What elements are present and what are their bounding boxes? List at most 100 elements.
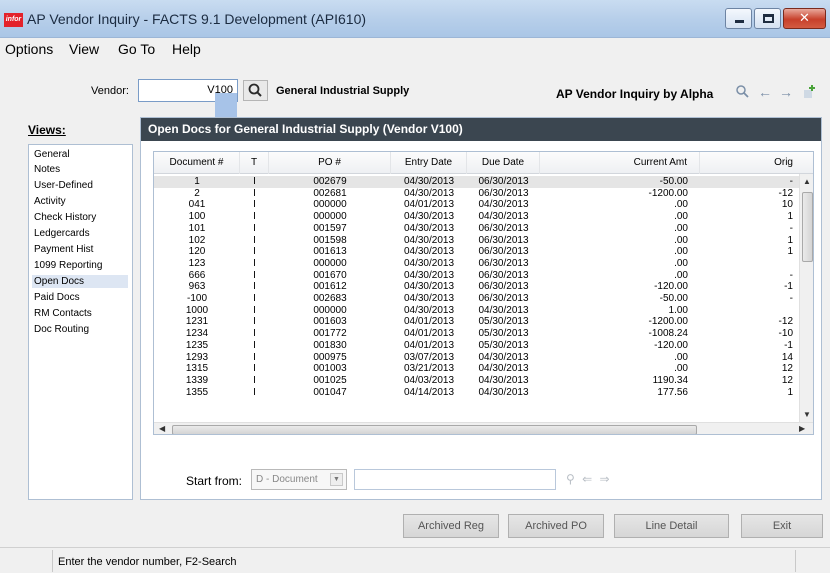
table-row[interactable]: 1315 I 001003 03/21/2013 04/30/2013 .00 12 (154, 363, 799, 375)
table-row[interactable]: 102 I 001598 04/30/2013 06/30/2013 .00 1 (154, 235, 799, 247)
col-po[interactable]: PO # (269, 152, 391, 174)
table-row[interactable]: 101 I 001597 04/30/2013 06/30/2013 .00 - (154, 223, 799, 235)
views-list: General Notes User-Defined Activity Chec… (28, 144, 133, 500)
start-from-input[interactable] (354, 469, 556, 490)
col-document[interactable]: Document # (154, 152, 240, 174)
find-icon[interactable]: ⚲ (566, 472, 577, 486)
view-item-paid-docs[interactable]: Paid Docs (34, 291, 80, 304)
view-item-check-history[interactable]: Check History (34, 211, 96, 224)
close-button[interactable]: ✕ (783, 8, 826, 29)
vertical-scrollbar[interactable]: ▲ ▼ (799, 174, 813, 422)
view-item-doc-routing[interactable]: Doc Routing (34, 323, 89, 336)
col-due-date[interactable]: Due Date (467, 152, 540, 174)
view-item-rm-contacts[interactable]: RM Contacts (34, 307, 92, 320)
table-row[interactable]: 666 I 001670 04/30/2013 06/30/2013 .00 - (154, 270, 799, 282)
vertical-scroll-thumb[interactable] (802, 192, 813, 262)
start-from-tools: ⚲ ⇐ ⇒ (566, 472, 612, 486)
maximize-button[interactable] (754, 8, 781, 29)
view-item-payment-hist[interactable]: Payment Hist (34, 243, 93, 256)
table-row[interactable]: 123 I 000000 04/30/2013 06/30/2013 .00 (154, 258, 799, 270)
start-from-select[interactable]: D - Document ▼ (251, 469, 347, 490)
grid-body: 1 I 002679 04/30/2013 06/30/2013 -50.00-2 I 002… (154, 174, 799, 422)
table-row[interactable]: 1000 I 000000 04/30/2013 04/30/2013 1.00 (154, 305, 799, 317)
table-row[interactable]: -100 I 002683 04/30/2013 06/30/2013 -50.00 - (154, 293, 799, 305)
view-item-ledgercards[interactable]: Ledgercards (34, 227, 90, 240)
view-item-notes[interactable]: Notes (34, 163, 60, 176)
table-row[interactable]: 1293 I 000975 03/07/2013 04/30/2013 .00 14 (154, 352, 799, 364)
table-row[interactable]: 120 I 001613 04/30/2013 06/30/2013 .00 1 (154, 246, 799, 258)
view-item-user-defined[interactable]: User-Defined (34, 179, 93, 192)
cell-document: 666 (188, 269, 206, 281)
archived-po-button[interactable]: Archived PO (508, 514, 604, 538)
cell-po: 000000 (313, 211, 347, 223)
table-row[interactable]: 1234 I 001772 04/01/2013 05/30/2013 -1008.24 -… (154, 328, 799, 340)
menu-help[interactable]: Help (172, 41, 201, 57)
cell-type: I (253, 293, 256, 304)
cell-orig: - (789, 222, 793, 234)
menu-go-to[interactable]: Go To (118, 41, 155, 57)
cell-type: I (253, 187, 256, 199)
table-row[interactable]: 1355 I 001047 04/14/2013 04/30/2013 177.56 1 (154, 387, 799, 399)
cell-current-amt: -120.00 (654, 339, 688, 351)
horizontal-scroll-thumb[interactable] (172, 425, 697, 434)
cell-type: I (253, 176, 256, 187)
cell-orig: -1 (784, 281, 793, 293)
cell-due-date: 06/30/2013 (478, 234, 529, 246)
col-type[interactable]: T (240, 152, 269, 174)
table-row[interactable]: 100 I 000000 04/30/2013 04/30/2013 .00 1 (154, 211, 799, 223)
cell-type: I (253, 328, 256, 340)
cell-due-date: 06/30/2013 (478, 222, 529, 234)
cell-type: I (253, 304, 256, 316)
minimize-button[interactable] (725, 8, 752, 29)
col-orig[interactable]: Orig (700, 152, 799, 174)
cell-po: 001772 (313, 328, 347, 340)
menu-options[interactable]: Options (5, 41, 53, 57)
back-arrow-icon[interactable]: ← (758, 84, 772, 100)
table-row[interactable]: 1235 I 001830 04/01/2013 05/30/2013 -120.00 -1 (154, 340, 799, 352)
vendor-search-button[interactable] (243, 80, 268, 101)
forward-arrow-icon[interactable]: → (779, 84, 793, 100)
horizontal-scrollbar[interactable]: ◀ ▶ (154, 422, 813, 434)
cell-due-date: 06/30/2013 (478, 246, 529, 258)
table-row[interactable]: 041 I 000000 04/01/2013 04/30/2013 .00 10 (154, 199, 799, 211)
col-current-amt[interactable]: Current Amt (540, 152, 700, 174)
open-docs-grid: Document # T PO # Entry Date Due Date Cu… (153, 151, 814, 435)
view-item-activity[interactable]: Activity (34, 195, 66, 208)
scroll-left-icon[interactable]: ◀ (159, 424, 165, 433)
cell-document: 102 (188, 234, 206, 246)
find-forward-icon[interactable]: ⇒ (600, 472, 612, 486)
view-item-general[interactable]: General (34, 148, 70, 161)
zoom-icon[interactable] (735, 84, 749, 101)
col-entry-date[interactable]: Entry Date (391, 152, 467, 174)
cell-current-amt: -50.00 (659, 293, 688, 304)
table-row[interactable]: 1339 I 001025 04/03/2013 04/30/2013 1190.34 12 (154, 375, 799, 387)
table-row[interactable]: 1231 I 001603 04/01/2013 05/30/2013 -1200.00 -… (154, 316, 799, 328)
window-title: AP Vendor Inquiry - FACTS 9.1 Developmen… (27, 11, 367, 27)
add-icon[interactable] (801, 84, 817, 103)
table-row[interactable]: 963 I 001612 04/30/2013 06/30/2013 -120.00 -1 (154, 281, 799, 293)
cell-current-amt: -1200.00 (648, 187, 688, 199)
cell-orig: - (789, 269, 793, 281)
archived-reg-button[interactable]: Archived Reg (403, 514, 499, 538)
cell-document: 1000 (185, 304, 209, 316)
scroll-down-icon[interactable]: ▼ (803, 410, 811, 419)
find-back-icon[interactable]: ⇐ (582, 472, 594, 486)
line-detail-button[interactable]: Line Detail (614, 514, 729, 538)
table-row[interactable]: 1 I 002679 04/30/2013 06/30/2013 -50.00 - (154, 176, 799, 188)
chevron-down-icon[interactable]: ▼ (330, 473, 343, 486)
cell-document: 1355 (185, 386, 209, 398)
cell-due-date: 05/30/2013 (478, 328, 529, 340)
exit-button[interactable]: Exit (741, 514, 823, 538)
cell-orig: 1 (787, 386, 793, 398)
vendor-name: General Industrial Supply (276, 85, 410, 97)
cell-po: 002681 (313, 187, 347, 199)
scroll-right-icon[interactable]: ▶ (799, 424, 805, 433)
menu-view[interactable]: View (69, 41, 99, 57)
table-row[interactable]: 2 I 002681 04/30/2013 06/30/2013 -1200.00 -12 (154, 188, 799, 200)
cell-orig: 1 (787, 246, 793, 258)
panel-header: Open Docs for General Industrial Supply … (141, 118, 821, 141)
scroll-up-icon[interactable]: ▲ (803, 177, 811, 186)
cell-document: 100 (188, 211, 206, 223)
view-item-open-docs[interactable]: Open Docs (32, 275, 128, 288)
view-item-1099-reporting[interactable]: 1099 Reporting (34, 259, 102, 272)
